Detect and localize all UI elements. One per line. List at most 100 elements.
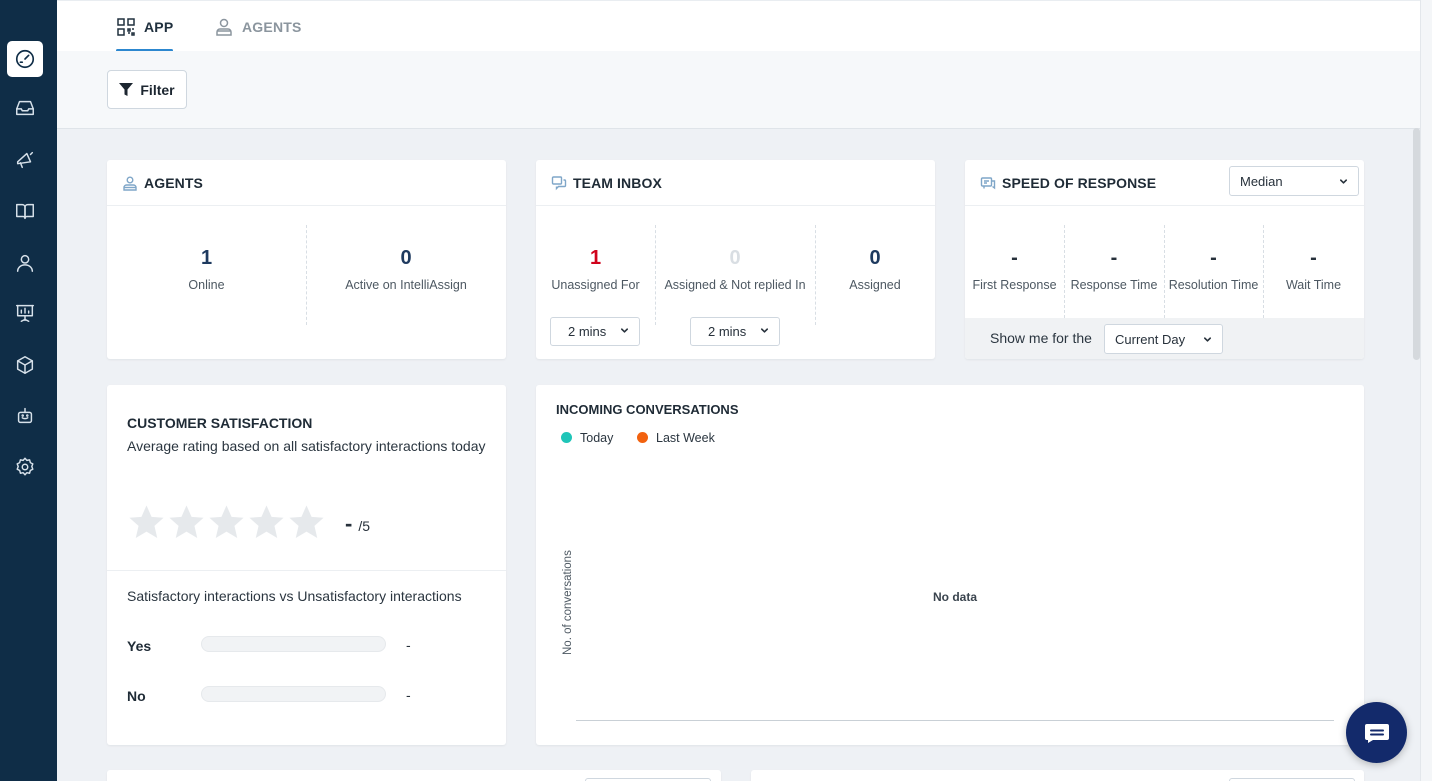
tab-app-label: APP — [144, 18, 174, 35]
nav-settings[interactable] — [7, 449, 43, 485]
not-replied-value: 0 — [729, 247, 741, 269]
unassigned-duration-value: 2 mins — [568, 324, 607, 339]
rating-max: /5 — [358, 518, 371, 534]
unassigned-duration-select[interactable]: 2 mins — [550, 317, 640, 346]
agents-card: AGENTS 1 Online 0 Active on IntelliAssig… — [107, 160, 506, 359]
nav-products[interactable] — [7, 347, 43, 383]
star-icon — [249, 505, 284, 538]
chevron-down-icon — [760, 328, 769, 333]
nav-dashboard[interactable] — [7, 41, 43, 77]
rating-value: - — [345, 511, 353, 536]
unassigned-label: Unassigned For — [551, 278, 640, 292]
no-label: No — [127, 688, 146, 704]
customer-satisfaction-card: CUSTOMER SATISFACTION Average rating bas… — [107, 385, 506, 745]
speed-chat-icon — [980, 176, 996, 189]
wait-time-stat: - Wait Time — [1263, 247, 1364, 292]
box-icon — [16, 356, 34, 374]
top-tabs-bar: APP AGENTS — [57, 0, 1420, 52]
speed-card-title: SPEED OF RESPONSE — [1002, 174, 1157, 191]
book-icon — [16, 203, 34, 220]
response-time-value: - — [1110, 247, 1118, 269]
team-inbox-card: TEAM INBOX 1 Unassigned For 2 mins 0 Ass… — [536, 160, 935, 359]
unassigned-value: 1 — [589, 247, 602, 269]
wait-time-label: Wait Time — [1285, 278, 1342, 292]
star-icon — [209, 505, 244, 538]
filter-icon — [119, 82, 134, 96]
agents-card-title: AGENTS — [144, 174, 203, 191]
team-inbox-icon — [551, 175, 567, 190]
assigned-label: Assigned — [849, 278, 901, 292]
scrollbar-track[interactable] — [1420, 0, 1432, 781]
rating-score: - /5 — [345, 511, 370, 537]
app-grid-icon — [117, 17, 135, 36]
nav-bots[interactable] — [7, 398, 43, 434]
bottom-right-card — [751, 770, 1364, 781]
agent-icon — [123, 176, 137, 191]
bot-icon — [17, 407, 33, 424]
legend-dot-today — [561, 432, 572, 443]
no-progress-bar — [201, 686, 386, 702]
speed-of-response-card: SPEED OF RESPONSE Median - First Respons… — [965, 160, 1364, 359]
incoming-conversations-card: INCOMING CONVERSATIONS Today Last Week N… — [536, 385, 1364, 745]
chevron-down-icon — [620, 328, 629, 333]
csat-subtitle: Average rating based on all satisfactory… — [127, 438, 486, 454]
speed-aggregation-select[interactable]: Median — [1229, 166, 1359, 196]
nav-campaigns[interactable] — [7, 142, 43, 178]
speed-aggregation-value: Median — [1240, 173, 1283, 189]
star-icon — [169, 505, 204, 538]
online-stat: 1 Online — [107, 247, 306, 292]
chevron-down-icon — [1339, 179, 1348, 184]
resolution-time-stat: - Resolution Time — [1164, 247, 1263, 292]
campaigns-icon — [16, 151, 34, 169]
tab-app[interactable]: APP — [116, 1, 174, 52]
chat-widget-button[interactable] — [1346, 702, 1407, 763]
not-replied-duration-value: 2 mins — [708, 324, 747, 339]
intelliassign-stat: 0 Active on IntelliAssign — [306, 247, 506, 292]
legend-last-week-label: Last Week — [656, 431, 715, 445]
assigned-stat: 0 Assigned — [815, 247, 935, 292]
scrollbar-thumb[interactable] — [1413, 128, 1420, 360]
bottom-left-card — [107, 770, 721, 781]
chat-icon — [1364, 723, 1389, 743]
nav-reports[interactable] — [7, 295, 43, 331]
resolution-time-value: - — [1210, 247, 1217, 269]
legend-today-label: Today — [580, 431, 614, 445]
response-time-stat: - Response Time — [1064, 247, 1164, 292]
response-time-label: Response Time — [1070, 278, 1158, 292]
main-content: APP AGENTS Filter AGENTS 1 Online 0 Acti… — [57, 0, 1420, 781]
filter-bar: Filter — [57, 51, 1420, 129]
csat-title: CUSTOMER SATISFACTION — [127, 415, 313, 431]
star-icon — [289, 505, 324, 538]
nav-knowledge-base[interactable] — [7, 193, 43, 229]
period-bar: Show me for the Current Day — [965, 318, 1364, 359]
filter-button[interactable]: Filter — [107, 70, 187, 109]
team-inbox-card-header: TEAM INBOX — [536, 160, 935, 206]
first-response-stat: - First Response — [965, 247, 1064, 292]
nav-inbox[interactable] — [7, 90, 43, 126]
rating-stars — [127, 503, 326, 542]
nav-contacts[interactable] — [7, 245, 43, 281]
dashboard-icon — [15, 49, 35, 69]
not-replied-label: Assigned & Not replied In — [664, 278, 806, 292]
agent-icon — [216, 18, 232, 36]
chart-x-axis — [576, 720, 1334, 721]
wait-time-value: - — [1310, 247, 1317, 269]
yes-progress-bar — [201, 636, 386, 652]
legend-last-week[interactable]: Last Week — [637, 431, 715, 445]
star-icon — [129, 505, 164, 538]
team-inbox-title: TEAM INBOX — [573, 174, 662, 191]
first-response-value: - — [1011, 247, 1018, 269]
chevron-down-icon — [1203, 337, 1212, 342]
show-me-label: Show me for the — [990, 330, 1092, 346]
online-label: Online — [188, 278, 225, 292]
agents-card-header: AGENTS — [107, 160, 506, 206]
intelliassign-value: 0 — [400, 247, 412, 269]
period-select[interactable]: Current Day — [1104, 324, 1223, 354]
assigned-value: 0 — [869, 247, 881, 269]
incoming-title: INCOMING CONVERSATIONS — [556, 402, 739, 417]
tab-agents[interactable]: AGENTS — [214, 1, 302, 52]
interactions-compare-title: Satisfactory interactions vs Unsatisfact… — [127, 588, 462, 604]
not-replied-duration-select[interactable]: 2 mins — [690, 317, 780, 346]
legend-today[interactable]: Today — [561, 431, 613, 445]
contacts-icon — [16, 254, 34, 272]
